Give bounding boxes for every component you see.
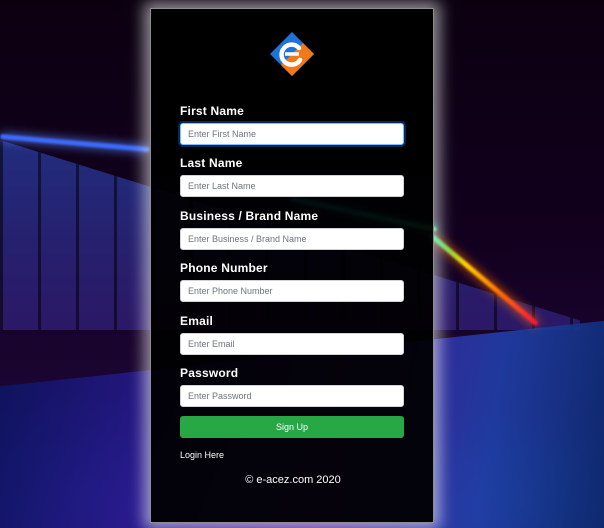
password-label: Password <box>180 366 239 380</box>
business-name-label: Business / Brand Name <box>180 209 319 223</box>
phone-number-label: Phone Number <box>180 261 268 275</box>
e-acez-logo-icon <box>270 32 314 76</box>
last-name-input[interactable] <box>180 175 404 197</box>
first-name-input[interactable] <box>180 123 404 145</box>
business-name-input[interactable] <box>180 228 404 250</box>
signup-panel: First Name Last Name Business / Brand Na… <box>150 8 434 523</box>
copyright-text: © e-acez.com 2020 <box>245 474 341 486</box>
phone-number-input[interactable] <box>180 280 404 302</box>
login-here-link[interactable]: Login Here <box>180 450 224 460</box>
email-label: Email <box>180 314 214 328</box>
sign-up-button[interactable]: Sign Up <box>180 416 404 438</box>
first-name-label: First Name <box>180 104 245 118</box>
last-name-label: Last Name <box>180 156 243 170</box>
email-input[interactable] <box>180 333 404 355</box>
password-input[interactable] <box>180 385 404 407</box>
